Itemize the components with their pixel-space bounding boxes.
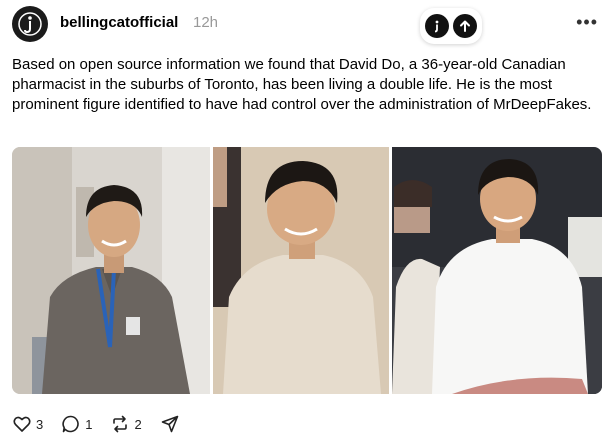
info-icon[interactable] xyxy=(425,14,449,38)
photo-1[interactable] xyxy=(12,147,210,394)
action-bar: 3 1 2 xyxy=(12,414,198,434)
share-icon xyxy=(161,415,179,433)
like-count: 3 xyxy=(36,416,44,432)
repost-button[interactable]: 2 xyxy=(110,414,142,434)
comment-icon xyxy=(62,415,80,433)
post-timestamp: 12h xyxy=(193,14,219,31)
repost-count: 2 xyxy=(134,416,142,432)
badge-group[interactable] xyxy=(420,8,482,44)
like-button[interactable]: 3 xyxy=(12,414,43,434)
photo-2[interactable] xyxy=(213,147,389,394)
repost-icon xyxy=(113,415,128,433)
share-button[interactable] xyxy=(160,414,180,434)
photo-gallery xyxy=(12,147,602,394)
upload-icon[interactable] xyxy=(453,14,477,38)
more-icon[interactable]: ••• xyxy=(576,12,598,33)
heart-icon xyxy=(13,416,31,432)
reply-count: 1 xyxy=(85,416,93,432)
post-text: Based on open source information we foun… xyxy=(12,56,592,113)
avatar[interactable] xyxy=(12,6,48,42)
logo-icon xyxy=(18,12,42,36)
reply-button[interactable]: 1 xyxy=(61,414,92,434)
username[interactable]: bellingcatofficial xyxy=(60,14,178,31)
photo-3[interactable] xyxy=(392,147,602,394)
